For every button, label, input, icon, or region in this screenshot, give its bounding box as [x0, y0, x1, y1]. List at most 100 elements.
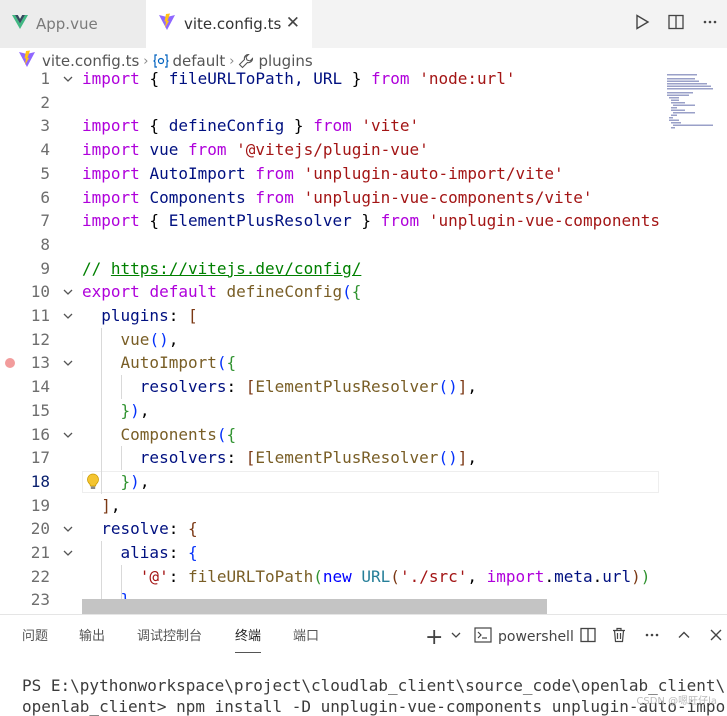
code-text: // https://vitejs.dev/config/: [82, 258, 362, 278]
play-icon: [634, 14, 650, 34]
line-number: 6: [40, 187, 50, 207]
fold-chevron-icon[interactable]: [60, 304, 76, 328]
kill-terminal-button[interactable]: [611, 615, 627, 659]
indent-guide: [120, 375, 122, 399]
maximize-panel-button[interactable]: [677, 615, 691, 659]
line-number: 12: [30, 329, 50, 349]
code-line[interactable]: 4 import vue from '@vitejs/plugin-vue': [0, 138, 727, 162]
code-line[interactable]: 16 Components({: [0, 423, 727, 447]
line-number: 4: [40, 140, 50, 160]
code-text: import AutoImport from 'unplugin-auto-im…: [82, 163, 564, 183]
close-panel-button[interactable]: [709, 615, 723, 659]
code-line[interactable]: 6 import Components from 'unplugin-vue-co…: [0, 186, 727, 210]
code-text: import vue from '@vitejs/plugin-vue': [82, 140, 429, 160]
indent-guide: [101, 327, 103, 494]
tab-app-vue[interactable]: App.vue: [0, 0, 147, 48]
line-number: 23: [30, 590, 50, 610]
fold-chevron-icon[interactable]: [60, 351, 76, 375]
fold-chevron-icon[interactable]: [60, 67, 76, 91]
bottom-panel: 问题 输出 调试控制台 终端 端口 + powershell PS E:\pyt…: [0, 614, 727, 716]
code-text: import { defineConfig } from 'vite': [82, 116, 420, 136]
minimap[interactable]: [667, 72, 715, 132]
split-editor-icon: [668, 14, 684, 34]
code-line[interactable]: 21 alias: {: [0, 541, 727, 565]
tab-actions: [625, 0, 727, 48]
code-line[interactable]: 3 import { defineConfig } from 'vite': [0, 114, 727, 138]
tab-vite-config[interactable]: vite.config.ts ✕: [146, 0, 312, 48]
code-line[interactable]: 15 }),: [0, 399, 727, 423]
ellipsis-icon: [702, 14, 718, 34]
code-line[interactable]: 19 ],: [0, 494, 727, 518]
line-number: 9: [40, 258, 50, 278]
fold-chevron-icon[interactable]: [60, 280, 76, 304]
code-line[interactable]: 20 resolve: {: [0, 517, 727, 541]
more-actions-button[interactable]: [693, 0, 727, 48]
terminal-line[interactable]: openlab_client> npm install -D unplugin-…: [22, 697, 725, 716]
terminal-icon: [474, 627, 492, 647]
vue-file-icon: [12, 15, 28, 33]
code-line[interactable]: 8: [0, 233, 727, 257]
split-terminal-icon: [580, 627, 596, 647]
line-number: 21: [30, 543, 50, 562]
terminal-selector[interactable]: powershell: [474, 615, 574, 659]
code-line[interactable]: 10 export default defineConfig({: [0, 280, 727, 304]
editor-tab-bar: App.vue vite.config.ts ✕: [0, 0, 727, 48]
code-text: resolvers: [ElementPlusResolver()],: [139, 448, 477, 468]
code-text: AutoImport({: [120, 353, 237, 373]
horizontal-scrollbar[interactable]: [82, 599, 547, 614]
fold-chevron-icon[interactable]: [60, 517, 76, 541]
panel-tab-output[interactable]: 输出: [79, 615, 105, 659]
fold-chevron-icon[interactable]: [60, 541, 76, 565]
terminal-line[interactable]: PS E:\pythonworkspace\project\cloudlab_c…: [22, 676, 725, 695]
code-editor[interactable]: 1 import { fileURLToPath, URL } from 'nod…: [0, 66, 727, 614]
code-text: import Components from 'unplugin-vue-com…: [82, 187, 593, 207]
panel-tab-terminal[interactable]: 终端: [235, 615, 262, 653]
split-terminal-button[interactable]: [580, 615, 596, 659]
new-terminal-button[interactable]: +: [425, 615, 443, 659]
code-line[interactable]: 22 '@': fileURLToPath(new URL('./src', i…: [0, 565, 727, 589]
trash-icon: [611, 627, 627, 647]
line-number: 22: [30, 566, 50, 586]
code-text: Components({: [120, 424, 237, 444]
indent-guide: [120, 446, 122, 470]
code-line[interactable]: 17 resolvers: [ElementPlusResolver()],: [0, 446, 727, 470]
code-line[interactable]: 12 vue(),: [0, 328, 727, 352]
code-line[interactable]: 2: [0, 91, 727, 115]
panel-tab-debug-console[interactable]: 调试控制台: [137, 615, 202, 659]
terminal-dropdown-button[interactable]: [450, 615, 462, 659]
code-text: ],: [101, 495, 121, 515]
code-text: '@': fileURLToPath(new URL('./src', impo…: [139, 566, 651, 586]
code-text: export default defineConfig({: [82, 282, 362, 302]
code-text: import { ElementPlusResolver } from 'unp…: [82, 211, 660, 231]
line-number: 17: [30, 448, 50, 468]
close-icon[interactable]: ✕: [286, 13, 300, 33]
code-line[interactable]: 7 import { ElementPlusResolver } from 'un…: [0, 209, 727, 233]
line-number: 20: [30, 519, 50, 539]
code-line[interactable]: 5 import AutoImport from 'unplugin-auto-i…: [0, 162, 727, 186]
line-number: 18: [30, 471, 50, 491]
line-number: 5: [40, 163, 50, 183]
code-line[interactable]: 1 import { fileURLToPath, URL } from 'nod…: [0, 67, 727, 91]
panel-tab-problems[interactable]: 问题: [22, 615, 48, 659]
run-button[interactable]: [625, 0, 659, 48]
code-line[interactable]: 11 plugins: [: [0, 304, 727, 328]
code-line[interactable]: 18 }),: [0, 470, 727, 494]
panel-more-button[interactable]: [644, 615, 660, 659]
current-line-highlight: [82, 470, 659, 493]
ellipsis-icon: [644, 627, 660, 647]
fold-chevron-icon[interactable]: [60, 423, 76, 447]
line-number: 2: [40, 92, 50, 112]
code-text: alias: {: [120, 543, 198, 562]
code-text: import { fileURLToPath, URL } from 'node…: [82, 69, 516, 88]
code-text: vue(),: [120, 329, 179, 349]
line-number: 1: [40, 69, 50, 88]
code-line[interactable]: 13 AutoImport({: [0, 351, 727, 375]
terminal-name: powershell: [498, 629, 574, 645]
watermark: CSDN @嗯旺仔la: [636, 696, 717, 707]
panel-tab-ports[interactable]: 端口: [293, 615, 319, 659]
code-line[interactable]: 14 resolvers: [ElementPlusResolver()],: [0, 375, 727, 399]
code-line[interactable]: 9 // https://vitejs.dev/config/: [0, 257, 727, 281]
line-number: 10: [30, 282, 50, 302]
vite-file-icon: [158, 13, 176, 35]
split-editor-button[interactable]: [659, 0, 693, 48]
